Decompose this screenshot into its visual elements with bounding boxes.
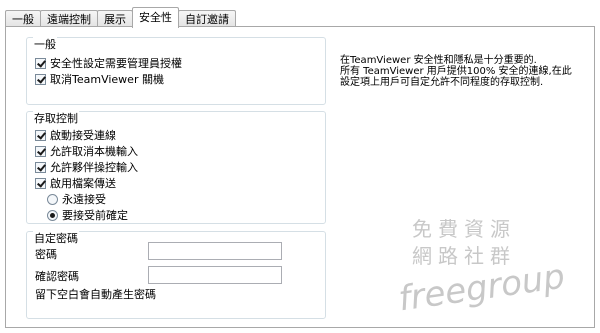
tab-security[interactable]: 安全性 bbox=[132, 7, 179, 28]
confirm-before-accept-label: 要接受前確定 bbox=[62, 209, 128, 222]
password-input[interactable] bbox=[148, 242, 282, 260]
disable-shutdown-label: 取消TeamViewer 關機 bbox=[50, 73, 164, 86]
info-line-1: 在TeamViewer 安全性和隱私是十分重要的. bbox=[340, 55, 537, 66]
partner-input-label: 允許夥伴操控輸入 bbox=[50, 161, 138, 174]
confirm-before-accept-option[interactable]: 要接受前確定 bbox=[47, 208, 128, 222]
file-transfer-label: 啟用檔案傳送 bbox=[50, 177, 116, 190]
admin-rights-option[interactable]: 安全性設定需要管理員授權 bbox=[35, 56, 182, 70]
general-group: 一般 安全性設定需要管理員授權 取消TeamViewer 關機 bbox=[26, 36, 326, 105]
general-group-title: 一般 bbox=[33, 36, 57, 52]
custom-password-group-title: 自定密碼 bbox=[33, 230, 79, 246]
cancel-local-input-label: 允許取消本機輸入 bbox=[50, 145, 138, 158]
admin-rights-checkbox[interactable] bbox=[35, 57, 46, 69]
accept-connections-checkbox[interactable] bbox=[35, 129, 46, 141]
accept-connections-label: 啟動接受連線 bbox=[50, 129, 116, 142]
always-accept-label: 永遠接受 bbox=[62, 193, 106, 206]
security-info-text: 在TeamViewer 安全性和隱私是十分重要的. 所有 TeamViewer … bbox=[340, 55, 580, 88]
info-line-3: 設定項上用戶可自定允許不同程度的存取控制. bbox=[340, 77, 544, 88]
admin-rights-label: 安全性設定需要管理員授權 bbox=[50, 57, 182, 70]
confirm-password-label: 確認密碼 bbox=[35, 270, 79, 283]
settings-tabs: 一般 遠端控制 展示 安全性 自訂邀請 bbox=[5, 7, 236, 28]
partner-input-checkbox[interactable] bbox=[35, 161, 46, 173]
cancel-local-input-option[interactable]: 允許取消本機輸入 bbox=[35, 144, 138, 158]
always-accept-radio[interactable] bbox=[47, 193, 58, 205]
file-transfer-checkbox[interactable] bbox=[35, 177, 46, 189]
password-label: 密碼 bbox=[35, 248, 57, 261]
security-panel: 一般 安全性設定需要管理員授權 取消TeamViewer 關機 存取控制 啟動接… bbox=[5, 26, 595, 328]
access-control-group-title: 存取控制 bbox=[33, 110, 79, 126]
always-accept-option[interactable]: 永遠接受 bbox=[47, 192, 106, 206]
custom-password-group: 自定密碼 密碼 確認密碼 留下空白會自動產生密碼 bbox=[26, 230, 326, 319]
partner-input-option[interactable]: 允許夥伴操控輸入 bbox=[35, 160, 138, 174]
file-transfer-option[interactable]: 啟用檔案傳送 bbox=[35, 176, 116, 190]
cancel-local-input-checkbox[interactable] bbox=[35, 145, 46, 157]
confirm-password-input[interactable] bbox=[148, 266, 282, 284]
accept-connections-option[interactable]: 啟動接受連線 bbox=[35, 128, 116, 142]
confirm-before-accept-radio[interactable] bbox=[47, 209, 58, 221]
access-control-group: 存取控制 啟動接受連線 允許取消本機輸入 允許夥伴操控輸入 啟用檔案傳送 永遠接… bbox=[26, 110, 326, 224]
info-line-2: 所有 TeamViewer 用戶提供100% 安全的連線,在此 bbox=[340, 66, 572, 77]
disable-shutdown-option[interactable]: 取消TeamViewer 關機 bbox=[35, 72, 164, 86]
password-hint: 留下空白會自動產生密碼 bbox=[35, 288, 156, 301]
disable-shutdown-checkbox[interactable] bbox=[35, 73, 46, 85]
